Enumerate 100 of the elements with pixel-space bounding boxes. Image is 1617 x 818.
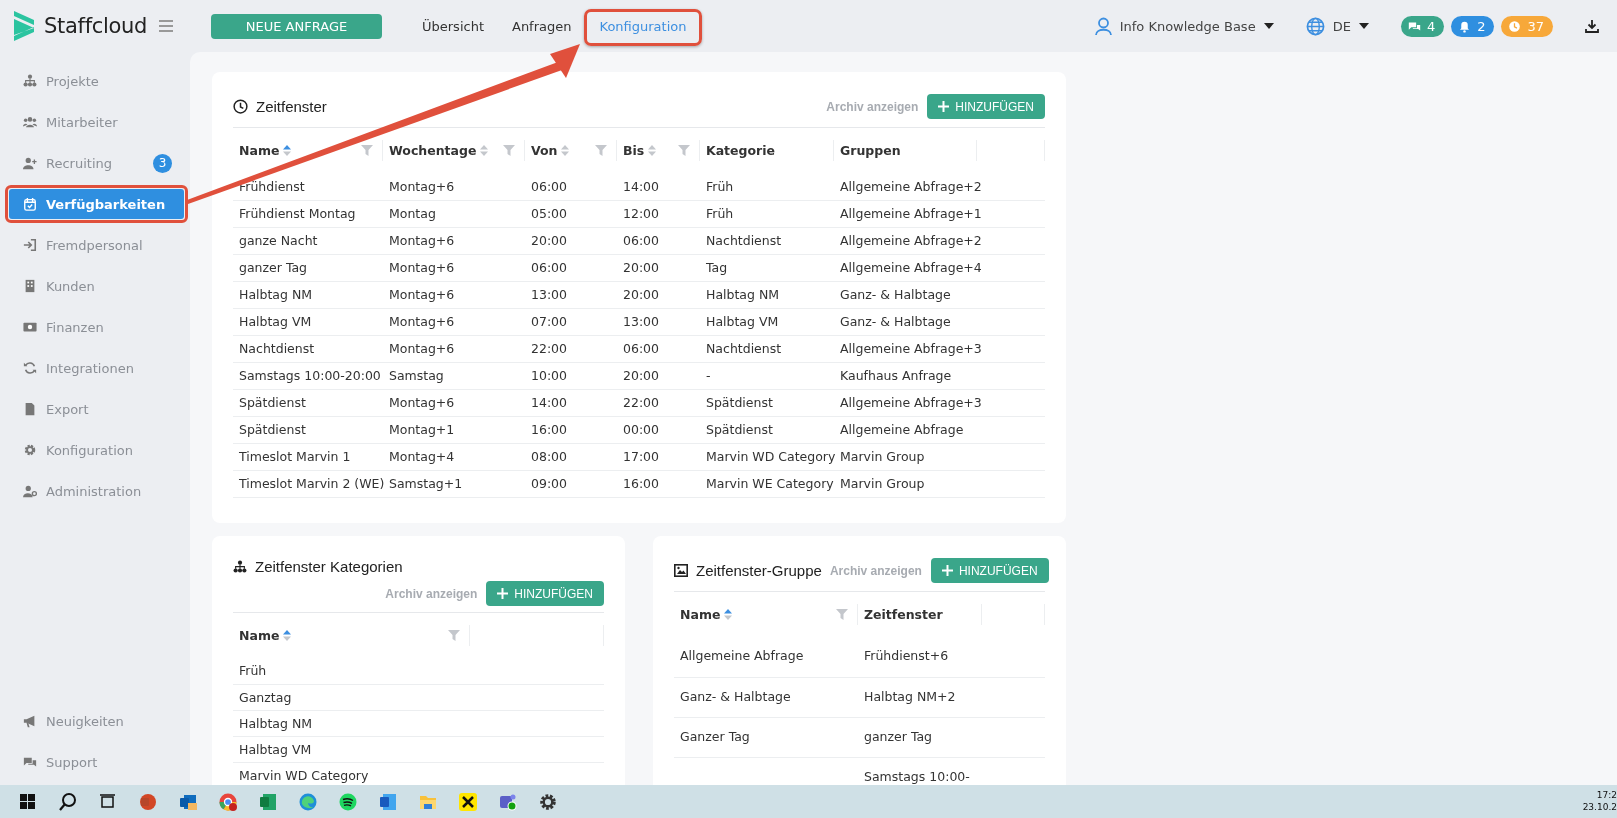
table-cell: Allgemeine Abfrage+1 [840,206,982,221]
table-cell: Nachtdienst [706,341,782,356]
table-cell: Tag [706,260,728,275]
search-icon[interactable] [58,791,78,812]
table-cell: Halbtag VM [239,314,312,329]
sidebar-item[interactable]: Neuigkeiten [9,706,184,736]
table-cell: Frühdienst Montag [239,206,356,221]
sort-icon[interactable] [724,608,733,621]
menu-icon[interactable] [159,20,174,32]
sort-icon[interactable] [283,629,292,642]
plus-icon [497,588,509,599]
table-cell: Nachtdienst [706,233,782,248]
table-cell: Timeslot Marvin 2 (WE) [239,476,385,491]
sort-icon[interactable] [283,144,292,157]
table-cell: Allgemeine Abfrage+2 [840,233,982,248]
sidebar-item[interactable]: Support [9,747,184,777]
user-icon [1094,16,1112,36]
browser-icon[interactable] [218,791,238,812]
counter-badge[interactable]: 4 [1400,15,1445,37]
table-cell: 06:00 [531,260,568,275]
table-cell: 13:00 [623,314,660,329]
file-icon [23,402,37,416]
new-request-button[interactable]: NEUE ANFRAGE [211,13,382,39]
table-cell: Montag+1 [389,422,455,437]
settings-icon[interactable] [538,791,558,812]
table-cell: Montag+6 [389,314,455,329]
table-cell: Halbtag NM+2 [864,688,956,704]
column-header[interactable]: Von [531,143,558,158]
banknote-icon [23,320,37,334]
caret-icon [1263,23,1274,29]
column-header[interactable]: Wochentage [389,143,477,158]
sidebar-item[interactable]: Fremdpersonal [9,230,184,260]
clock-icon [1508,19,1522,33]
table-cell: - [706,368,711,383]
table-cell: Halbtag VM [706,314,779,329]
archive-link[interactable]: Archiv anzeigen [385,586,478,601]
column-header[interactable]: Gruppen [840,143,901,158]
card-title: Zeitfenster-Gruppe [696,562,822,579]
sidebar-item[interactable]: Verfügbarkeiten [9,189,184,219]
table-cell: Montag+4 [389,449,455,464]
table-cell: Montag+6 [389,287,455,302]
windows-icon[interactable] [18,791,38,812]
add-button[interactable]: HINZUFÜGEN [930,558,1049,583]
clock-time[interactable]: 17:2 [1596,789,1617,802]
add-user-icon [23,156,37,170]
image-icon [674,564,688,577]
sidebar-item[interactable]: Finanzen [9,312,184,342]
caret-icon [1358,23,1369,29]
column-header[interactable]: Name [239,143,280,158]
plus-icon [941,565,953,576]
table-cell: 17:00 [623,449,660,464]
sidebar-item[interactable]: Administration [9,476,184,506]
sign-in-icon [23,238,37,252]
globe-icon [1305,16,1325,36]
music-app-icon[interactable] [338,791,358,812]
column-header[interactable]: Zeitfenster [864,607,943,622]
language-menu[interactable]: DE [1332,18,1351,34]
clock-icon [233,99,248,114]
browser-icon[interactable] [298,791,318,812]
bell-icon [1458,19,1472,33]
sidebar-item[interactable]: Export [9,394,184,424]
download-icon[interactable] [1585,19,1599,33]
table-cell: Ganzer Tag [680,728,750,744]
table-cell: Montag+6 [389,178,455,194]
clock-date[interactable]: 23.10.2 [1582,801,1617,814]
table-cell: 22:00 [531,341,568,356]
column-header[interactable]: Name [239,628,280,643]
nav-tab[interactable]: Anfragen [500,13,584,39]
column-header[interactable]: Bis [623,143,645,158]
hierarchy-icon [23,74,37,88]
sidebar-item[interactable]: Projekte [9,66,184,96]
plus-icon [938,101,950,112]
sidebar-item[interactable]: Integrationen [9,353,184,383]
add-button[interactable]: HINZUFÜGEN [486,581,604,606]
counter-badge[interactable]: 37 [1501,15,1553,37]
table-cell: Spätdienst [706,395,773,410]
table-cell: Halbtag VM [239,741,312,757]
sidebar-item[interactable]: Kunden [9,271,184,301]
add-button[interactable]: HINZUFÜGEN [927,94,1045,119]
table-cell: Allgemeine Abfrage [840,422,964,437]
table-cell: Spätdienst [239,422,306,437]
archive-link[interactable]: Archiv anzeigen [829,563,922,578]
people-icon [23,115,37,129]
counter-badge[interactable]: 2 [1451,15,1495,37]
app-icon[interactable] [458,791,478,812]
sidebar-item[interactable]: Recruiting 3 [9,148,184,178]
nav-tab[interactable]: Übersicht [410,13,496,39]
logo-icon [12,9,36,43]
table-cell: Montag+6 [389,395,455,410]
column-header[interactable]: Kategorie [706,143,776,158]
nav-tab[interactable]: Konfiguration [587,13,699,39]
sidebar-item[interactable]: Mitarbeiter [9,107,184,137]
user-menu[interactable]: Info Knowledge Base [1119,18,1256,34]
table-cell: 06:00 [623,341,660,356]
sidebar-item[interactable]: Konfiguration [9,435,184,465]
table-cell: ganzer Tag [864,728,933,744]
table-cell: 12:00 [623,206,660,221]
column-header[interactable]: Name [680,607,721,622]
table-cell: Marvin WE Category [706,476,834,491]
archive-link[interactable]: Archiv anzeigen [826,99,919,114]
